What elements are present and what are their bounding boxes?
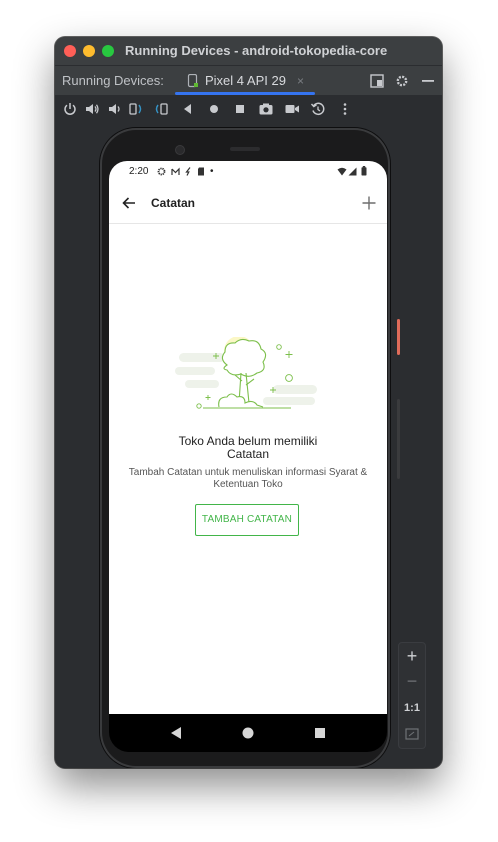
emulator-window: Running Devices - android-tokopedia-core… bbox=[55, 37, 442, 768]
zoom-in-button[interactable]: + bbox=[399, 646, 425, 667]
device-tab-bar: Running Devices: Pixel 4 API 29 × bbox=[55, 65, 442, 96]
volume-down-icon[interactable] bbox=[106, 101, 122, 117]
empty-state-desc-line1: Tambah Catatan untuk menuliskan informas… bbox=[128, 467, 368, 478]
wifi-status-icon bbox=[337, 167, 347, 176]
empty-state-title-line2: Catatan bbox=[226, 447, 270, 461]
minimize-panel-icon[interactable] bbox=[421, 74, 435, 88]
zoom-out-button[interactable]: − bbox=[399, 671, 425, 692]
rotate-right-icon[interactable] bbox=[153, 101, 169, 117]
window-title: Running Devices - android-tokopedia-core bbox=[125, 43, 388, 58]
battery-status-icon bbox=[361, 166, 367, 176]
layout-toggle-icon[interactable] bbox=[370, 74, 384, 88]
phone-frame: 2:20 • Catatan Toko Anda belum memiliki … bbox=[100, 128, 390, 768]
tab-pixel-4[interactable]: Pixel 4 API 29 × bbox=[175, 66, 315, 96]
device-toolbar bbox=[55, 95, 442, 124]
home-icon[interactable] bbox=[206, 101, 222, 117]
volume-side-button bbox=[397, 399, 400, 479]
zoom-window-button[interactable] bbox=[102, 45, 114, 57]
nav-home-icon[interactable] bbox=[242, 727, 254, 739]
settings-status-icon bbox=[157, 167, 166, 176]
status-bar: 2:20 • bbox=[109, 161, 387, 183]
overview-icon[interactable] bbox=[232, 101, 248, 117]
snapshot-history-icon[interactable] bbox=[310, 101, 326, 117]
close-window-button[interactable] bbox=[64, 45, 76, 57]
screen-record-icon[interactable] bbox=[284, 101, 300, 117]
data-status-icon bbox=[185, 167, 191, 176]
add-icon[interactable] bbox=[361, 195, 377, 211]
minimize-window-button[interactable] bbox=[83, 45, 95, 57]
volume-up-icon[interactable] bbox=[84, 101, 100, 117]
device-display-area: 2:20 • Catatan Toko Anda belum memiliki … bbox=[55, 123, 442, 768]
empty-state-desc-line2: Ketentuan Toko bbox=[213, 479, 283, 490]
system-navigation-bar bbox=[109, 714, 387, 752]
empty-state-description: Tambah Catatan untuk menuliskan informas… bbox=[117, 467, 379, 491]
window-controls bbox=[64, 45, 114, 57]
back-icon[interactable] bbox=[180, 101, 196, 117]
empty-state-tree-illustration bbox=[175, 337, 317, 409]
add-note-button[interactable]: TAMBAH CATATAN bbox=[195, 504, 299, 536]
notification-dot: • bbox=[210, 166, 214, 177]
gear-icon[interactable] bbox=[395, 74, 409, 88]
nav-recents-icon[interactable] bbox=[314, 727, 326, 739]
empty-state-title: Toko Anda belum memiliki Catatan bbox=[109, 435, 387, 461]
back-arrow-icon[interactable] bbox=[121, 195, 137, 211]
phone-device-icon bbox=[187, 74, 198, 88]
zoom-fit-icon[interactable] bbox=[405, 727, 419, 741]
zoom-actual-size-button[interactable]: 1:1 bbox=[399, 702, 425, 714]
more-options-icon[interactable] bbox=[337, 101, 353, 117]
camera-icon[interactable] bbox=[258, 101, 274, 117]
zoom-controls: + − 1:1 bbox=[398, 642, 426, 749]
mail-status-icon bbox=[171, 167, 180, 175]
power-side-button bbox=[397, 319, 400, 355]
app-bar: Catatan bbox=[109, 183, 387, 224]
nav-back-icon[interactable] bbox=[170, 726, 182, 740]
rotate-left-icon[interactable] bbox=[128, 101, 144, 117]
status-time: 2:20 bbox=[129, 166, 149, 177]
front-camera bbox=[175, 145, 185, 155]
phone-screen[interactable]: 2:20 • Catatan Toko Anda belum memiliki … bbox=[109, 161, 387, 714]
sdcard-status-icon bbox=[198, 167, 204, 176]
page-title: Catatan bbox=[151, 196, 196, 210]
running-devices-label: Running Devices: bbox=[62, 73, 164, 88]
power-icon[interactable] bbox=[62, 101, 78, 117]
title-bar: Running Devices - android-tokopedia-core bbox=[55, 37, 442, 65]
earpiece bbox=[230, 147, 260, 151]
signal-status-icon bbox=[348, 167, 357, 176]
